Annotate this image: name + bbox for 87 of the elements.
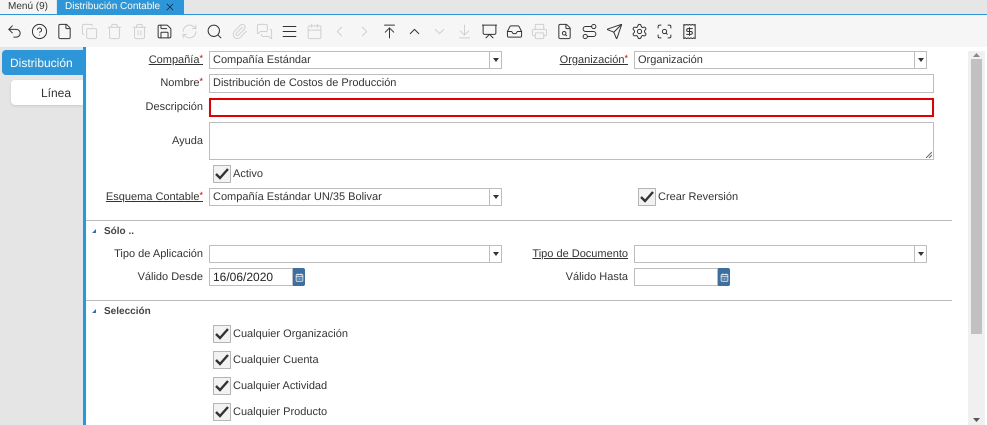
collapse-triangle-icon[interactable] — [92, 309, 96, 313]
section-title: Selección — [104, 304, 151, 318]
trash-icon — [131, 22, 148, 40]
caret-icon — [492, 58, 498, 62]
date-field[interactable] — [634, 268, 718, 286]
select-field[interactable]: Organización — [634, 51, 927, 69]
scroll-down-icon[interactable] — [973, 418, 980, 422]
checkbox-label: Activo — [233, 166, 263, 182]
caret-icon — [918, 58, 924, 62]
scroll-thumb[interactable] — [971, 59, 982, 334]
caret-icon — [918, 252, 924, 256]
scrollbar[interactable] — [968, 51, 985, 425]
checkbox[interactable] — [213, 325, 231, 343]
field-label: Nombre* — [160, 75, 203, 92]
field-label: Válido Desde — [138, 270, 203, 285]
field-label: Compañía* — [148, 52, 203, 68]
field-label: Tipo de Aplicación — [114, 246, 203, 262]
paperclip-icon — [231, 22, 248, 40]
resize-grip-icon — [925, 151, 932, 158]
chat-icon — [256, 22, 273, 40]
toolbar-button[interactable] — [581, 21, 598, 41]
settings-icon — [631, 22, 648, 40]
checkbox[interactable] — [213, 403, 231, 421]
field-label: Tipo de Documento — [532, 246, 628, 262]
dropdown-button[interactable] — [914, 52, 926, 68]
document-tab[interactable]: Menú (9) — [0, 0, 56, 14]
section-title: Sólo .. — [104, 224, 134, 238]
toolbar-button[interactable] — [56, 21, 73, 41]
text-field[interactable]: Distribución de Costos de Producción — [209, 74, 934, 93]
text-field[interactable] — [209, 98, 934, 117]
select-field[interactable] — [209, 245, 502, 263]
scan-search-icon — [656, 22, 673, 40]
toolbar-button[interactable] — [606, 21, 623, 41]
scroll-up-icon[interactable] — [973, 53, 980, 57]
toolbar-button[interactable] — [681, 21, 698, 41]
checkbox[interactable] — [213, 377, 231, 395]
printer-icon — [531, 22, 548, 40]
last-record-icon — [456, 22, 473, 40]
delete-icon — [106, 22, 123, 40]
side-tab[interactable]: Línea — [11, 80, 83, 105]
checkbox-label: Crear Reversión — [658, 190, 738, 205]
field-label: Ayuda — [172, 134, 203, 149]
copy-icon — [81, 22, 98, 40]
dropdown-button[interactable] — [489, 52, 501, 68]
caret-icon — [492, 252, 498, 256]
toolbar-button[interactable] — [31, 21, 48, 41]
new-document-icon — [56, 22, 73, 40]
field-label: Organización* — [560, 52, 628, 68]
calendar-icon — [306, 22, 323, 40]
collapse-triangle-icon[interactable] — [92, 229, 96, 233]
undo-icon — [6, 22, 23, 40]
field-label: Esquema Contable* — [106, 188, 203, 205]
field-label: Válido Hasta — [566, 270, 628, 285]
caret-icon — [492, 195, 498, 199]
help-icon — [31, 22, 48, 40]
presentation-icon — [481, 22, 498, 40]
select-field[interactable]: Compañía Estándar — [209, 51, 502, 69]
close-icon[interactable] — [164, 0, 176, 12]
search-icon — [206, 22, 223, 40]
save-icon — [156, 22, 173, 40]
first-record-icon — [381, 22, 398, 40]
receipt-icon — [681, 22, 698, 40]
checkbox[interactable] — [213, 351, 231, 369]
calendar-button[interactable] — [718, 268, 730, 286]
calendar-button[interactable] — [293, 268, 305, 286]
dropdown-button[interactable] — [914, 246, 926, 262]
dropdown-button[interactable] — [489, 189, 501, 205]
select-field[interactable] — [634, 245, 927, 263]
select-field[interactable]: Compañía Estándar UN/35 Bolivar — [209, 188, 502, 206]
checkbox-label: Cualquier Organización — [233, 326, 348, 342]
calendar-icon — [294, 272, 304, 282]
date-field[interactable]: 16/06/2020 — [209, 268, 293, 286]
calendar-icon — [720, 272, 728, 282]
checkbox-label: Cualquier Actividad — [233, 378, 328, 394]
refresh-icon — [181, 22, 198, 40]
toolbar-button[interactable] — [556, 21, 573, 41]
toolbar-button[interactable] — [631, 21, 648, 41]
dropdown-button[interactable] — [489, 246, 501, 262]
checkbox[interactable] — [638, 188, 656, 206]
field-label: Descripción — [146, 100, 203, 116]
checkbox[interactable] — [213, 165, 231, 183]
checkbox-label: Cualquier Producto — [233, 404, 328, 420]
route-icon — [581, 22, 598, 40]
file-search-icon — [556, 22, 573, 40]
send-icon — [606, 22, 623, 40]
checkbox-label: Cualquier Cuenta — [233, 352, 319, 368]
inbox-icon — [506, 22, 523, 40]
